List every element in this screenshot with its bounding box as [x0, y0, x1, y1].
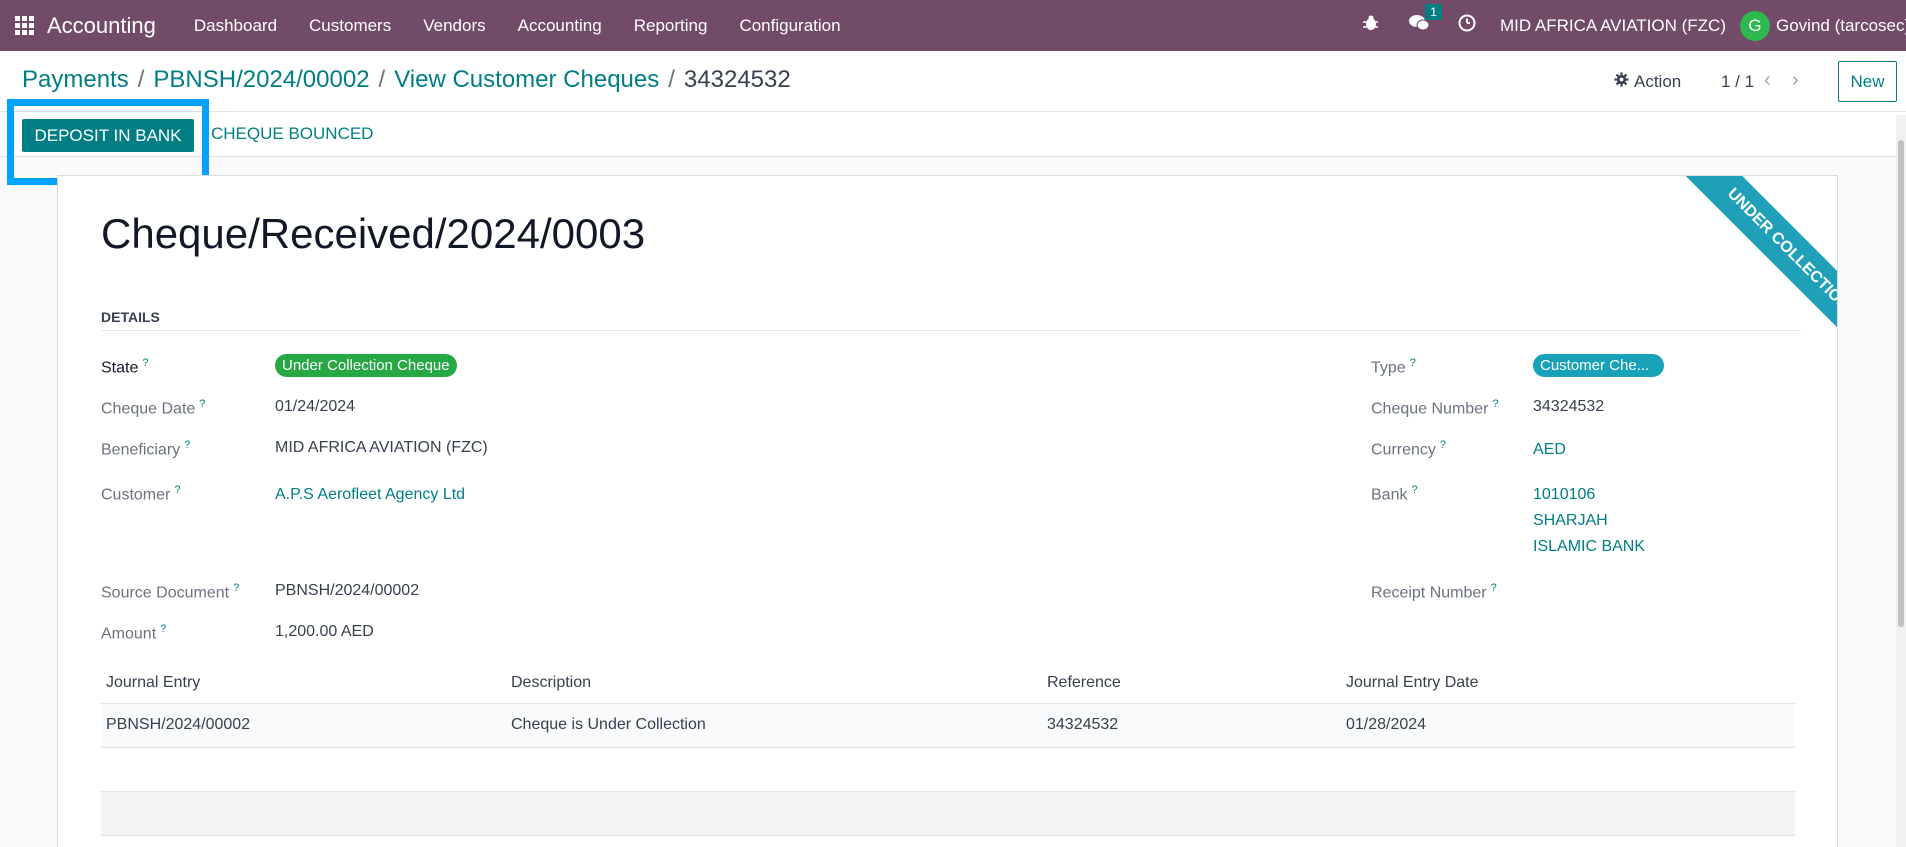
- cell-reference: 34324532: [1047, 716, 1119, 733]
- breadcrumb-current: 34324532: [683, 66, 791, 93]
- help-icon[interactable]: ?: [1410, 357, 1416, 369]
- journal-entries-table: Journal Entry Description Reference Jour…: [101, 664, 1795, 836]
- column-header-journal-entry-date[interactable]: Journal Entry Date: [1346, 674, 1479, 692]
- bank-label: Bank?: [1371, 484, 1418, 504]
- menu-customers[interactable]: Customers: [309, 16, 391, 36]
- table-row[interactable]: PBNSH/2024/00002 Cheque is Under Collect…: [101, 704, 1795, 748]
- currency-label: Currency?: [1371, 439, 1447, 459]
- pager-next-icon[interactable]: ›: [1792, 69, 1799, 92]
- breadcrumb-payments[interactable]: Payments: [22, 66, 129, 94]
- help-icon[interactable]: ?: [174, 484, 180, 496]
- scrollbar-thumb[interactable]: [1898, 140, 1904, 627]
- ribbon-label: Under Collection: [1681, 176, 1837, 357]
- breadcrumb-view-customer-cheques[interactable]: View Customer Cheques: [394, 66, 659, 94]
- new-record-button[interactable]: New: [1838, 61, 1897, 102]
- gear-icon: [1614, 72, 1629, 92]
- source-document-value: PBNSH/2024/00002: [275, 582, 420, 599]
- customer-label: Customer?: [101, 484, 181, 504]
- help-icon[interactable]: ?: [1411, 484, 1417, 496]
- control-panel: Payments / PBNSH/2024/00002 / View Custo…: [0, 51, 1906, 112]
- record-title: Cheque/Received/2024/0003: [101, 210, 646, 257]
- customer-link[interactable]: A.P.S Aerofleet Agency Ltd: [275, 486, 465, 504]
- help-icon[interactable]: ?: [142, 357, 148, 369]
- type-badge: Customer Che...: [1533, 354, 1664, 377]
- cheque-number-label: Cheque Number?: [1371, 398, 1499, 418]
- menu-configuration[interactable]: Configuration: [739, 16, 840, 36]
- menu-dashboard[interactable]: Dashboard: [194, 16, 277, 36]
- column-header-reference[interactable]: Reference: [1047, 674, 1121, 692]
- user-menu[interactable]: Govind (tarcosec): [1776, 16, 1906, 36]
- bank-link-line-3[interactable]: ISLAMIC BANK: [1533, 538, 1645, 556]
- source-document-label: Source Document?: [101, 582, 240, 602]
- cell-description: Cheque is Under Collection: [511, 716, 706, 733]
- cheque-number-value: 34324532: [1533, 398, 1605, 415]
- amount-label: Amount?: [101, 623, 167, 643]
- help-icon[interactable]: ?: [233, 582, 239, 594]
- currency-link[interactable]: AED: [1533, 441, 1566, 459]
- activity-clock-icon[interactable]: [1458, 14, 1476, 37]
- pager-value[interactable]: 1 / 1: [1721, 72, 1754, 92]
- breadcrumb-separator: /: [668, 66, 675, 93]
- help-icon[interactable]: ?: [160, 623, 166, 635]
- menu-accounting[interactable]: Accounting: [518, 16, 602, 36]
- breadcrumb: Payments / PBNSH/2024/00002 / View Custo…: [22, 66, 791, 94]
- cell-journal-entry-date: 01/28/2024: [1346, 716, 1427, 733]
- bank-link-line-1[interactable]: 1010106: [1533, 486, 1595, 504]
- top-navbar: Accounting Dashboard Customers Vendors A…: [0, 0, 1906, 51]
- table-header-row: Journal Entry Description Reference Jour…: [101, 664, 1795, 704]
- section-details-title: DETAILS: [101, 309, 160, 325]
- messages-badge: 1: [1425, 4, 1442, 20]
- cheque-date-label: Cheque Date?: [101, 398, 206, 418]
- breadcrumb-separator: /: [378, 66, 386, 93]
- action-menu-button[interactable]: Action: [1614, 72, 1681, 92]
- help-icon[interactable]: ?: [184, 439, 190, 451]
- state-label: State?: [101, 357, 149, 377]
- form-sheet: Under Collection Cheque/Received/2024/00…: [57, 175, 1838, 847]
- amount-value: 1,200.00 AED: [275, 623, 374, 640]
- company-switcher[interactable]: MID AFRICA AVIATION (FZC): [1500, 16, 1726, 36]
- column-header-journal-entry[interactable]: Journal Entry: [106, 674, 200, 692]
- deposit-in-bank-button[interactable]: DEPOSIT IN BANK: [22, 119, 194, 152]
- help-icon[interactable]: ?: [1492, 398, 1498, 410]
- bank-link-line-2[interactable]: SHARJAH: [1533, 512, 1608, 530]
- column-header-description[interactable]: Description: [511, 674, 591, 692]
- state-badge: Under Collection Cheque: [275, 354, 457, 377]
- status-ribbon: Under Collection: [1648, 176, 1837, 365]
- breadcrumb-separator: /: [137, 66, 145, 93]
- breadcrumb-payment-record[interactable]: PBNSH/2024/00002: [153, 66, 369, 94]
- help-icon[interactable]: ?: [1440, 439, 1446, 451]
- menu-reporting[interactable]: Reporting: [634, 16, 708, 36]
- beneficiary-value: MID AFRICA AVIATION (FZC): [275, 439, 488, 456]
- pager-previous-icon[interactable]: ‹: [1764, 69, 1771, 92]
- cell-journal-entry: PBNSH/2024/00002: [106, 716, 251, 733]
- type-label: Type?: [1371, 357, 1416, 377]
- help-icon[interactable]: ?: [199, 398, 205, 410]
- messages-chat-icon[interactable]: 1: [1408, 4, 1442, 37]
- empty-table-row: [101, 748, 1795, 792]
- help-icon[interactable]: ?: [1491, 582, 1497, 594]
- apps-menu-icon[interactable]: [15, 15, 35, 36]
- menu-vendors[interactable]: Vendors: [423, 16, 485, 36]
- receipt-number-label: Receipt Number?: [1371, 582, 1497, 602]
- section-divider: [101, 330, 1801, 331]
- app-name[interactable]: Accounting: [47, 13, 156, 39]
- empty-table-row: [101, 792, 1795, 836]
- beneficiary-label: Beneficiary?: [101, 439, 191, 459]
- user-avatar[interactable]: G: [1740, 10, 1770, 41]
- action-label: Action: [1634, 72, 1682, 91]
- cheque-bounced-button[interactable]: CHEQUE BOUNCED: [211, 124, 373, 144]
- cheque-date-value: 01/24/2024: [275, 398, 356, 415]
- debug-bug-icon[interactable]: [1362, 14, 1380, 37]
